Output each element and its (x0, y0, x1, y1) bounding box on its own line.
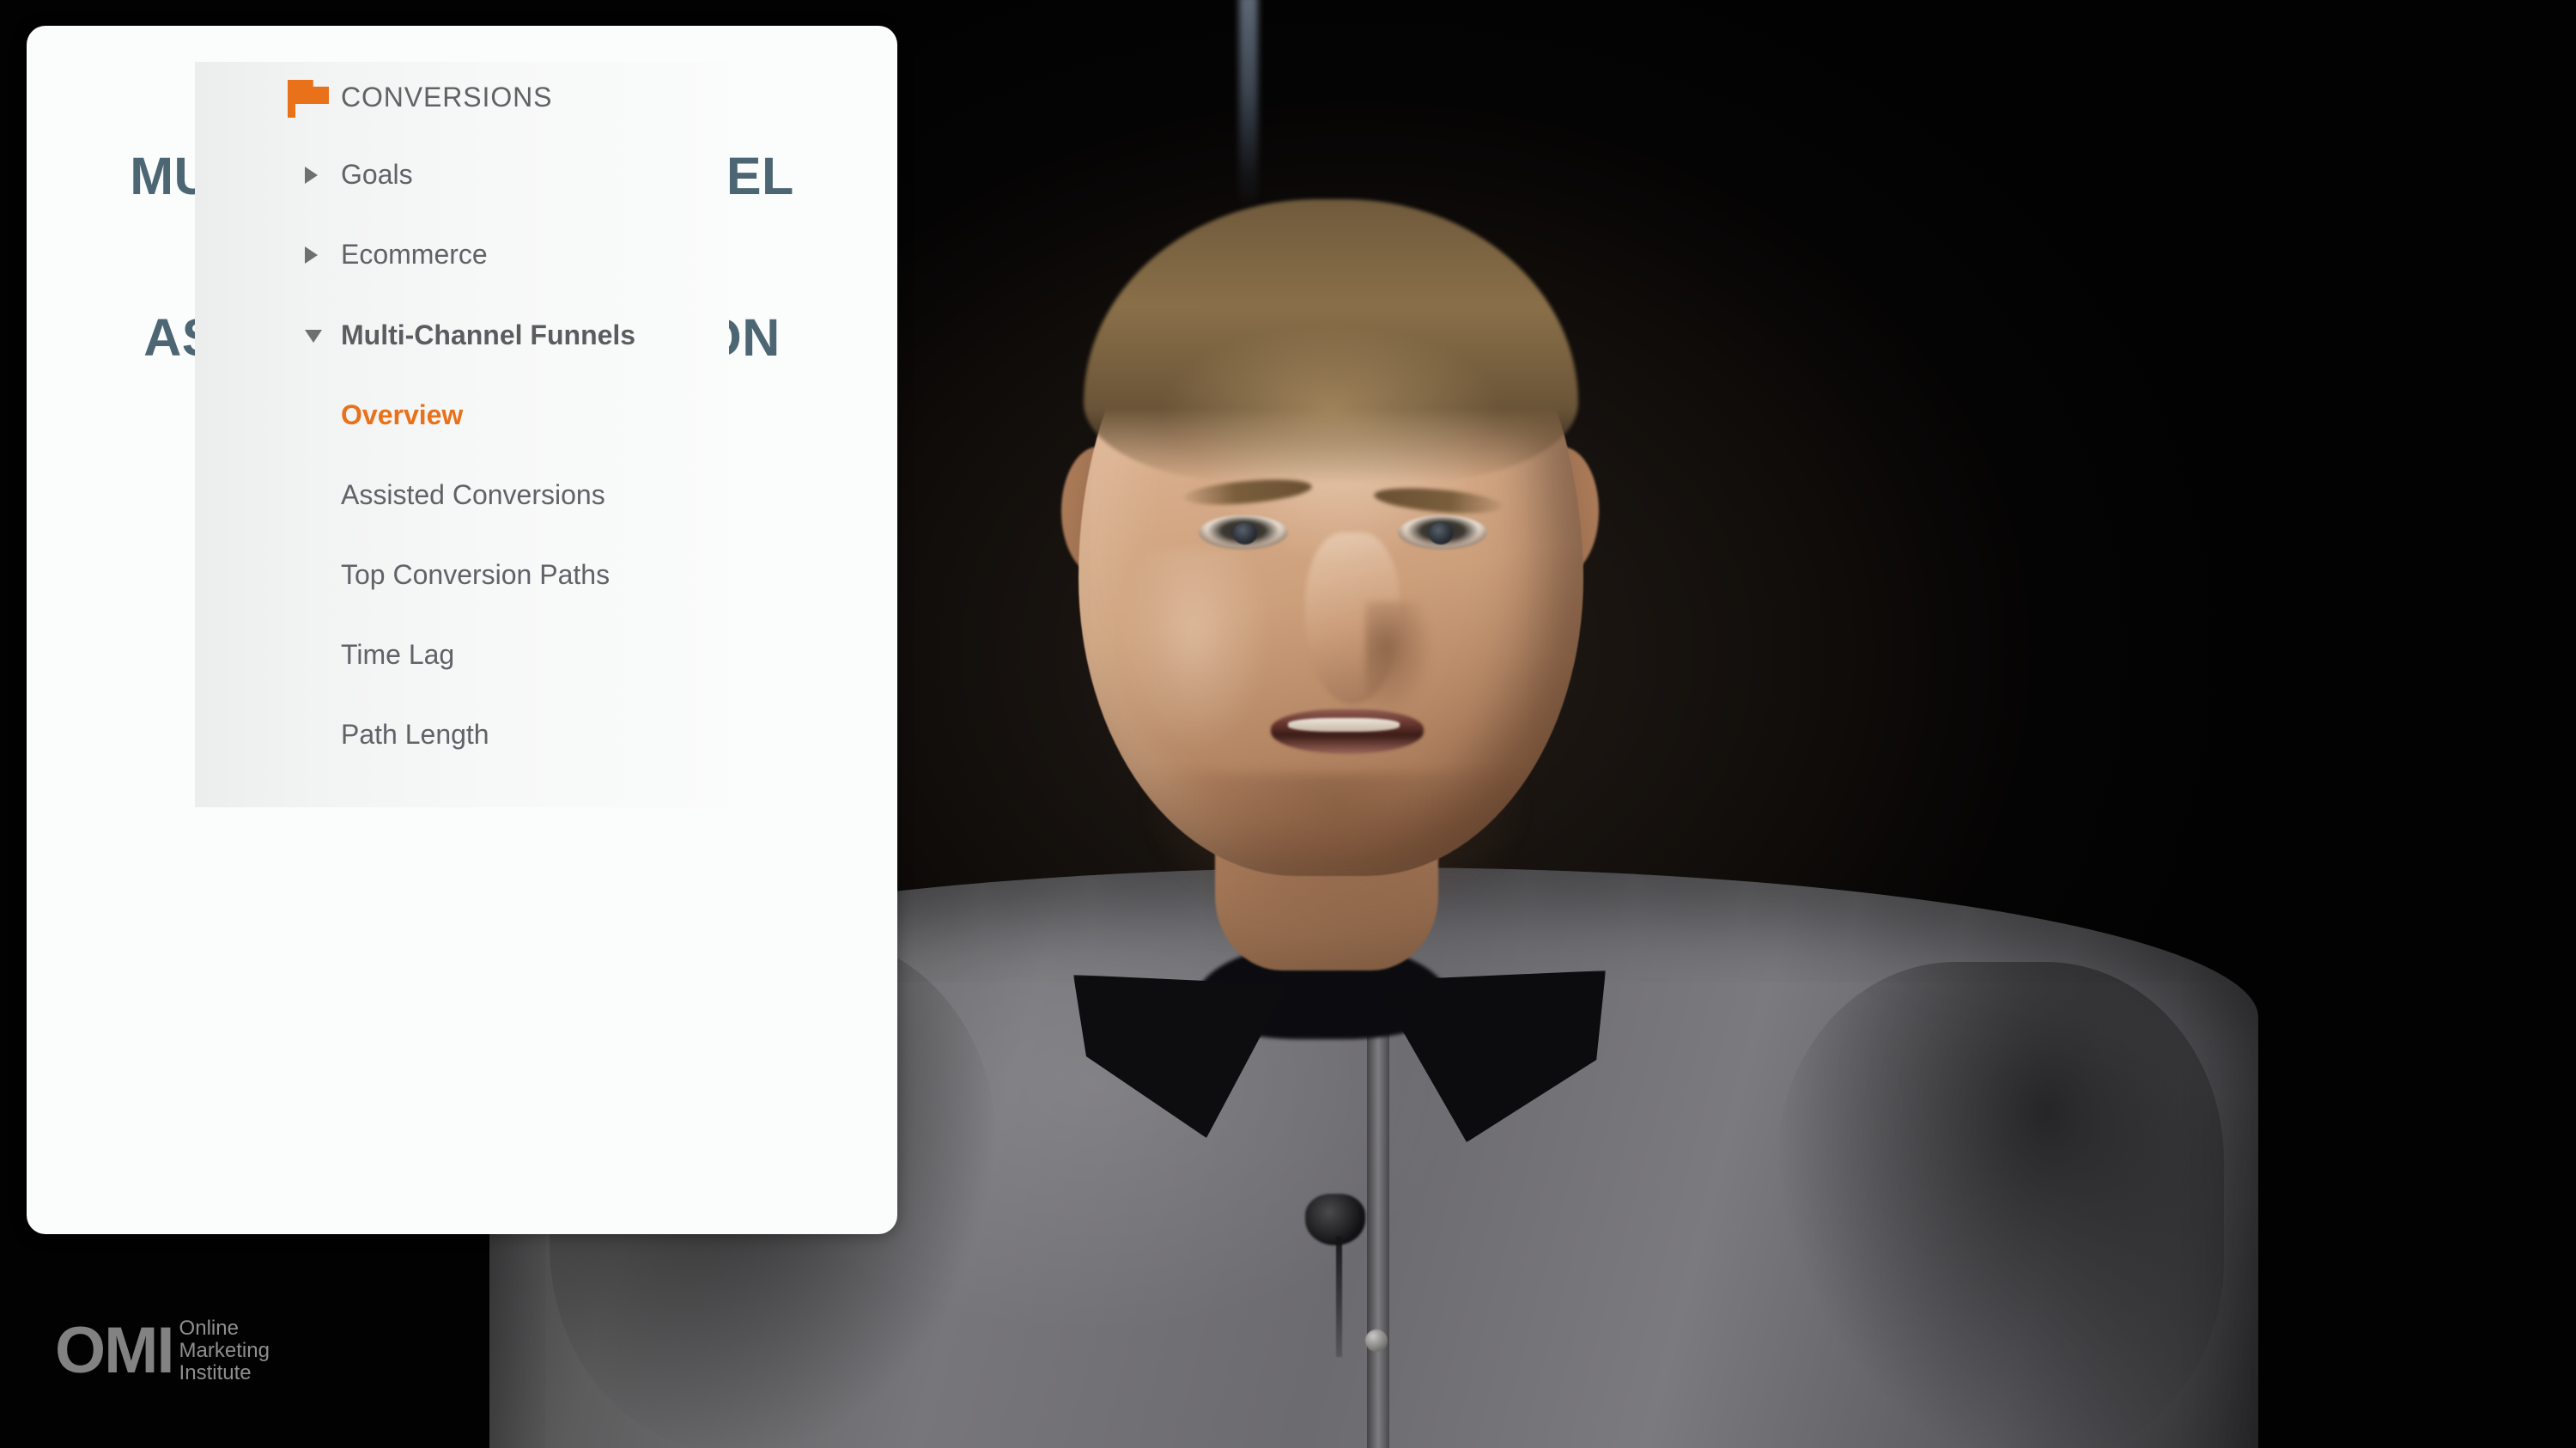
nav-item-time-lag[interactable]: Time Lag (195, 628, 729, 681)
omi-logo: OMI Online Marketing Institute (55, 1317, 270, 1384)
nav-item-multi-channel-funnels[interactable]: Multi-Channel Funnels (195, 308, 729, 362)
chevron-right-icon[interactable] (305, 167, 318, 184)
omi-logo-mark: OMI (55, 1314, 175, 1387)
chevron-right-icon[interactable] (305, 246, 318, 264)
chevron-down-icon[interactable] (305, 330, 322, 343)
jaw-shadow (1142, 773, 1528, 928)
nav-item-overview[interactable]: Overview (195, 388, 729, 441)
nav-item-label: Multi-Channel Funnels (341, 319, 636, 350)
nav-item-path-length[interactable]: Path Length (195, 708, 729, 761)
nav-item-label: Assisted Conversions (341, 478, 605, 510)
nose-shadow (1365, 601, 1434, 713)
shirt-placket (1367, 996, 1389, 1448)
omi-logo-word-2: Marketing (179, 1339, 270, 1362)
presenter-hair (1084, 199, 1578, 483)
nav-item-label: Path Length (341, 718, 489, 750)
lavalier-mic-icon (1305, 1194, 1365, 1245)
nav-item-assisted-conversions[interactable]: Assisted Conversions (195, 468, 729, 521)
slide-card: MULTI-CHANNEL FUNNEL & ASSISTED CONVERSI… (27, 26, 897, 1234)
mouth (1271, 709, 1424, 754)
omi-logo-word-1: Online (179, 1317, 239, 1340)
nav-item-goals[interactable]: Goals (195, 148, 729, 201)
shirt-button (1365, 1329, 1388, 1352)
nav-item-label: Ecommerce (341, 238, 488, 270)
nav-item-label: Overview (341, 399, 464, 430)
shirt-shadow-right (1777, 962, 2224, 1448)
screenshot-stage: MULTI-CHANNEL FUNNEL & ASSISTED CONVERSI… (0, 0, 2576, 1448)
nav-item-label: Goals (341, 158, 413, 190)
omi-logo-wordmark: Online Marketing Institute (177, 1317, 270, 1384)
pupil-right (1429, 522, 1453, 545)
nav-section-label: CONVERSIONS (341, 81, 553, 113)
nav-item-label: Top Conversion Paths (341, 558, 611, 590)
nav-item-top-conversion-paths[interactable]: Top Conversion Paths (195, 548, 729, 601)
google-analytics-nav-panel: CONVERSIONS Goals Ecommerce Multi-Channe… (195, 62, 729, 807)
omi-logo-word-3: Institute (179, 1361, 252, 1384)
nav-section-conversions[interactable]: CONVERSIONS (195, 70, 729, 124)
cheek-highlight (1116, 550, 1271, 756)
flag-icon (284, 75, 329, 119)
pupil-left (1233, 522, 1257, 545)
mic-cord (1336, 1237, 1342, 1357)
nav-item-ecommerce[interactable]: Ecommerce (195, 228, 729, 281)
teeth (1288, 718, 1400, 732)
nav-item-label: Time Lag (341, 638, 455, 670)
